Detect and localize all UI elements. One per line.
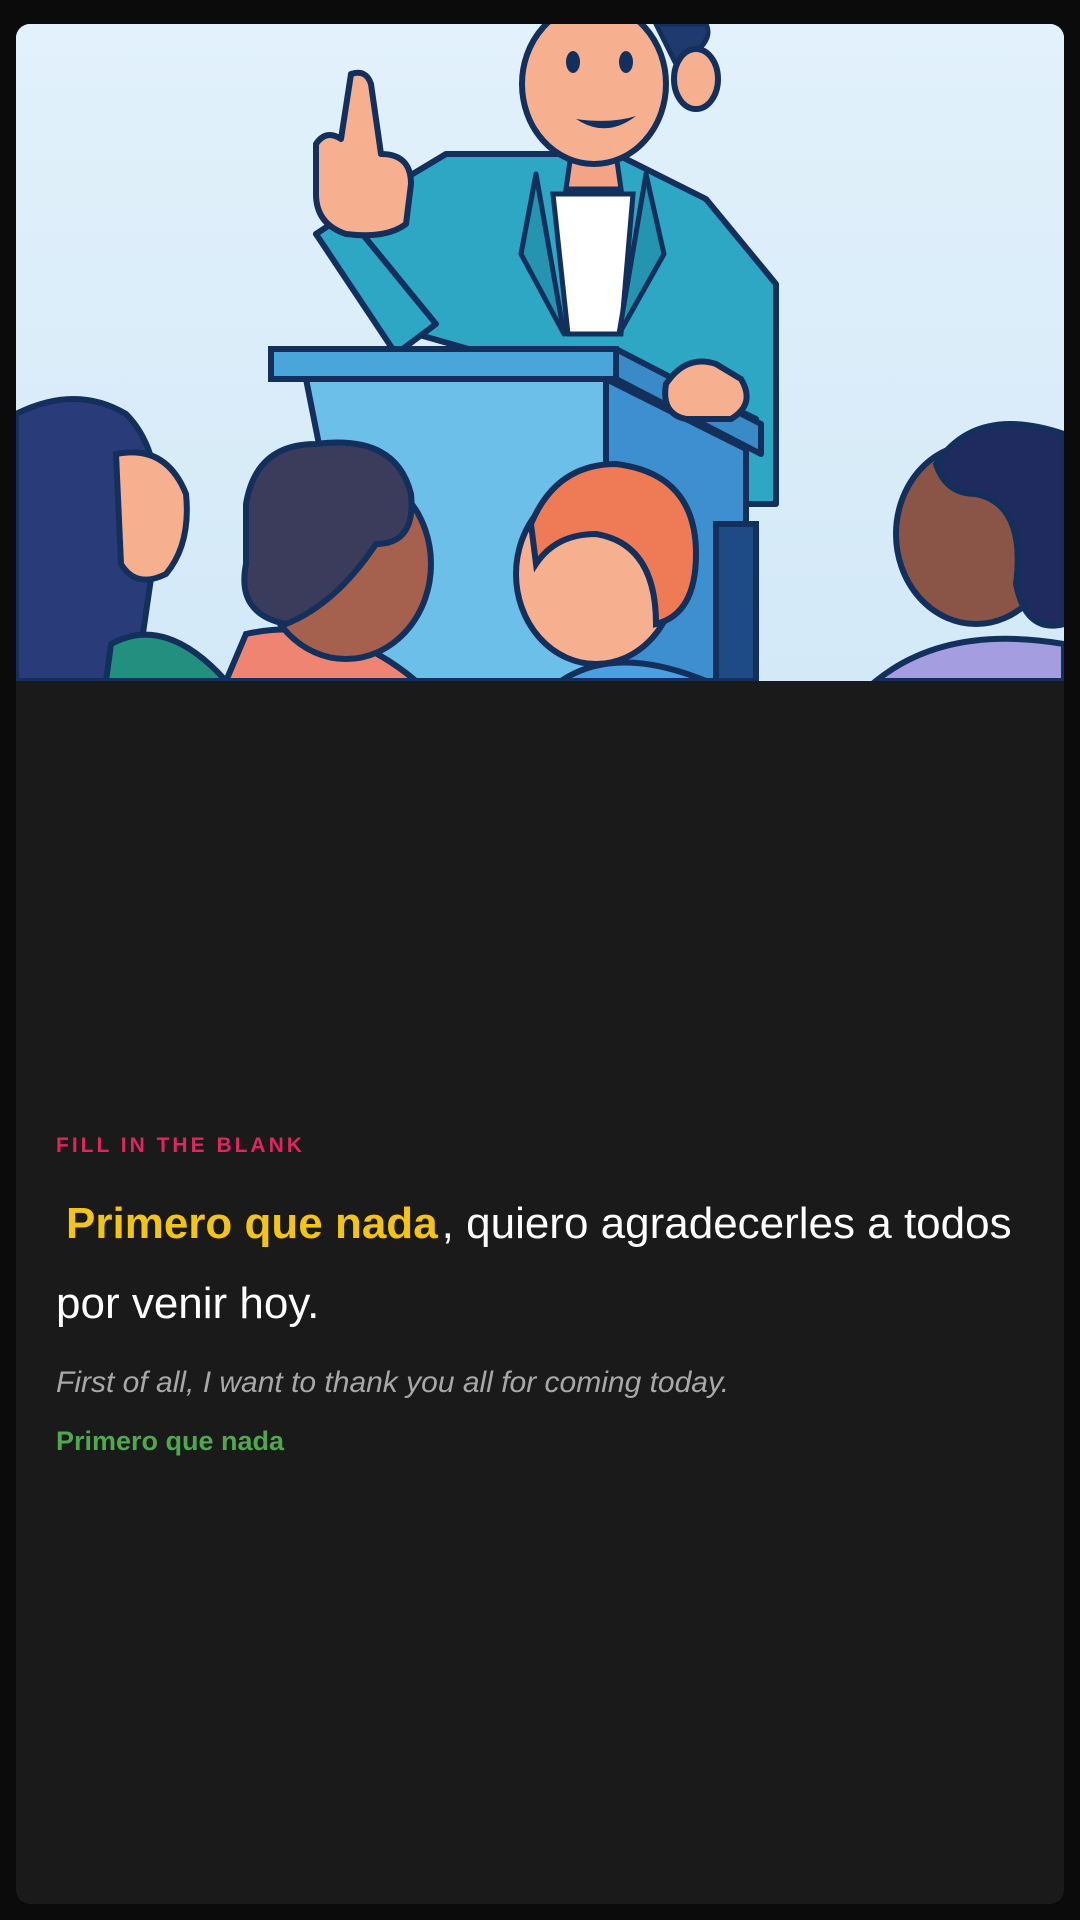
correct-answer: Primero que nada — [56, 1426, 285, 1456]
exercise-content: FILL IN THE BLANK Primero que nada, quie… — [56, 1134, 1024, 1457]
answer-highlight: Primero que nada — [66, 1199, 438, 1248]
exercise-sentence: Primero que nada, quiero agradecerles a … — [56, 1184, 1024, 1344]
translation: First of all, I want to thank you all fo… — [56, 1366, 730, 1399]
exercise-card: FILL IN THE BLANK Primero que nada, quie… — [16, 24, 1064, 1904]
exercise-type-label: FILL IN THE BLANK — [56, 1134, 305, 1157]
speaker-at-podium-illustration — [16, 24, 1064, 681]
